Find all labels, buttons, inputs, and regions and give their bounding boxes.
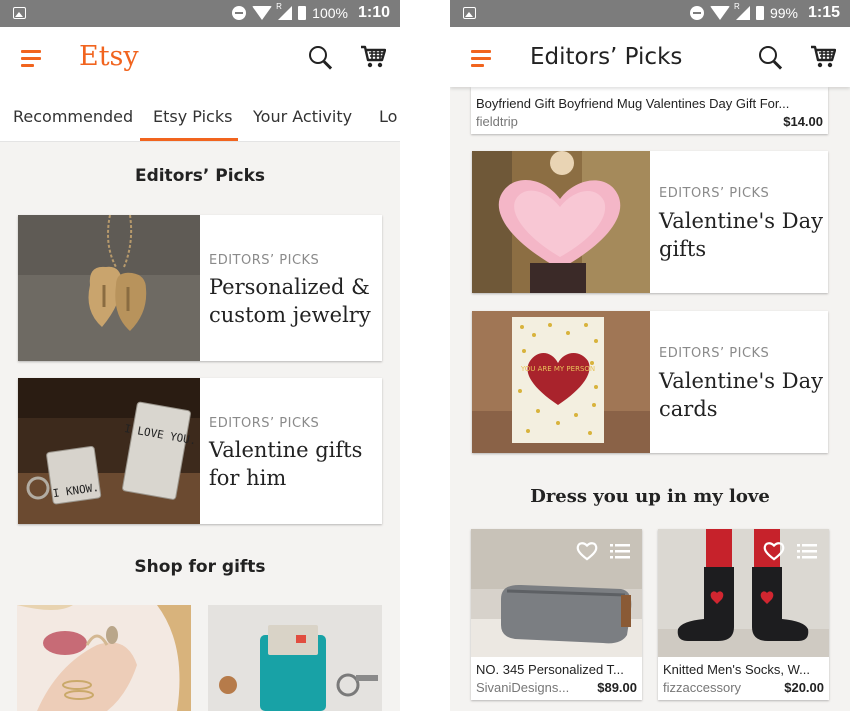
battery-percent: 99% <box>769 5 798 21</box>
card-kicker: EDITORS’ PICKS <box>659 346 770 361</box>
section-title-editors-picks: Editors’ Picks <box>134 166 266 186</box>
tags-photo: I KNOW. I LOVE YOU. <box>18 378 200 524</box>
do-not-disturb-icon <box>689 6 704 20</box>
wifi-icon <box>709 6 730 20</box>
editors-pick-card-valentines-gifts[interactable]: EDITORS’ PICKS Valentine's Day gifts <box>472 151 828 293</box>
card-title: Valentine's Day cards <box>659 369 823 421</box>
card-title: Valentine gifts for him <box>209 438 363 490</box>
active-tab-indicator <box>140 138 238 141</box>
image-notification-icon <box>463 7 476 19</box>
menu-icon[interactable] <box>471 50 491 67</box>
listing-card[interactable]: Boyfriend Gift Boyfriend Mug Valentines … <box>471 87 828 134</box>
card-kicker: EDITORS’ PICKS <box>209 253 320 268</box>
etsy-home-screen: R 100% 1:10 Etsy Recommended Etsy Picks … <box>0 0 400 711</box>
card-title: Valentine's Day gifts <box>659 209 823 261</box>
tab-more[interactable]: Lo <box>379 107 397 126</box>
product-shop: fizzaccessory <box>663 680 742 695</box>
cart-icon[interactable] <box>360 45 386 69</box>
product-title: NO. 345 Personalized T... <box>476 662 624 677</box>
wifi-icon <box>252 6 273 20</box>
add-to-list-icon[interactable] <box>797 543 817 559</box>
card-kicker: EDITORS’ PICKS <box>659 186 770 201</box>
etsy-logo[interactable]: Etsy <box>79 41 139 72</box>
editors-pick-card-jewelry[interactable]: EDITORS’ PICKS Personalized & custom jew… <box>18 215 382 361</box>
editors-pick-card-valentines-cards[interactable]: YOU ARE MY PERSON EDITORS’ PICKS Valenti… <box>472 311 828 453</box>
signal-icon: R <box>276 2 293 20</box>
editors-pick-card-valentine-him[interactable]: I KNOW. I LOVE YOU. EDITORS’ PICKS Valen… <box>18 378 382 524</box>
battery-icon <box>298 6 307 20</box>
product-shop: SivaniDesigns... <box>476 680 570 695</box>
valentine-card-photo: YOU ARE MY PERSON <box>472 311 650 453</box>
product-price: $89.00 <box>597 680 637 695</box>
card-title: Personalized & custom jewelry <box>209 275 371 327</box>
app-bar: Editors’ Picks <box>450 27 850 87</box>
status-bar: R 100% 1:10 <box>0 0 400 27</box>
gift-thumbnail-wallet[interactable] <box>208 605 382 711</box>
signal-icon: R <box>734 2 750 20</box>
tab-recommended[interactable]: Recommended <box>13 107 133 126</box>
listing-price: $14.00 <box>783 114 823 129</box>
product-card[interactable]: Knitted Men's Socks, W... fizzaccessory … <box>658 529 829 700</box>
page-title: Editors’ Picks <box>530 44 683 70</box>
product-photo-socks <box>658 529 829 657</box>
jewelry-photo <box>18 215 200 361</box>
search-icon[interactable] <box>759 46 783 70</box>
gift-thumbnail-rings[interactable] <box>17 605 191 711</box>
tab-bar: Recommended Etsy Picks Your Activity Lo <box>0 87 400 142</box>
product-photo-bag <box>471 529 642 657</box>
listing-shop: fieldtrip <box>476 114 518 129</box>
product-price: $20.00 <box>784 680 824 695</box>
card-kicker: EDITORS’ PICKS <box>209 416 320 431</box>
search-icon[interactable] <box>309 46 333 70</box>
image-notification-icon <box>13 7 26 19</box>
card-image-text: YOU ARE MY PERSON <box>520 365 595 373</box>
cart-icon[interactable] <box>810 45 836 69</box>
heart-pillow-photo <box>472 151 650 293</box>
tab-your-activity[interactable]: Your Activity <box>253 107 352 126</box>
editors-picks-screen: R 99% 1:15 Boyfriend Gift Boyfriend Mug … <box>450 0 850 711</box>
listing-title: Boyfriend Gift Boyfriend Mug Valentines … <box>476 96 790 111</box>
tab-etsy-picks[interactable]: Etsy Picks <box>153 107 232 126</box>
product-title: Knitted Men's Socks, W... <box>663 662 810 677</box>
status-bar: R 99% 1:15 <box>450 0 850 27</box>
add-to-list-icon[interactable] <box>610 543 630 559</box>
menu-icon[interactable] <box>21 50 41 67</box>
product-card[interactable]: NO. 345 Personalized T... SivaniDesigns.… <box>471 529 642 700</box>
do-not-disturb-icon <box>232 6 247 20</box>
section-title-dress-you-up: Dress you up in my love <box>530 486 770 507</box>
app-bar: Etsy <box>0 27 400 87</box>
section-title-shop-for-gifts: Shop for gifts <box>134 557 266 577</box>
clock: 1:10 <box>357 4 390 21</box>
battery-icon <box>755 6 764 20</box>
clock: 1:15 <box>807 4 840 21</box>
favorite-heart-icon[interactable] <box>576 541 598 561</box>
battery-percent: 100% <box>312 5 348 21</box>
favorite-heart-icon[interactable] <box>763 541 785 561</box>
